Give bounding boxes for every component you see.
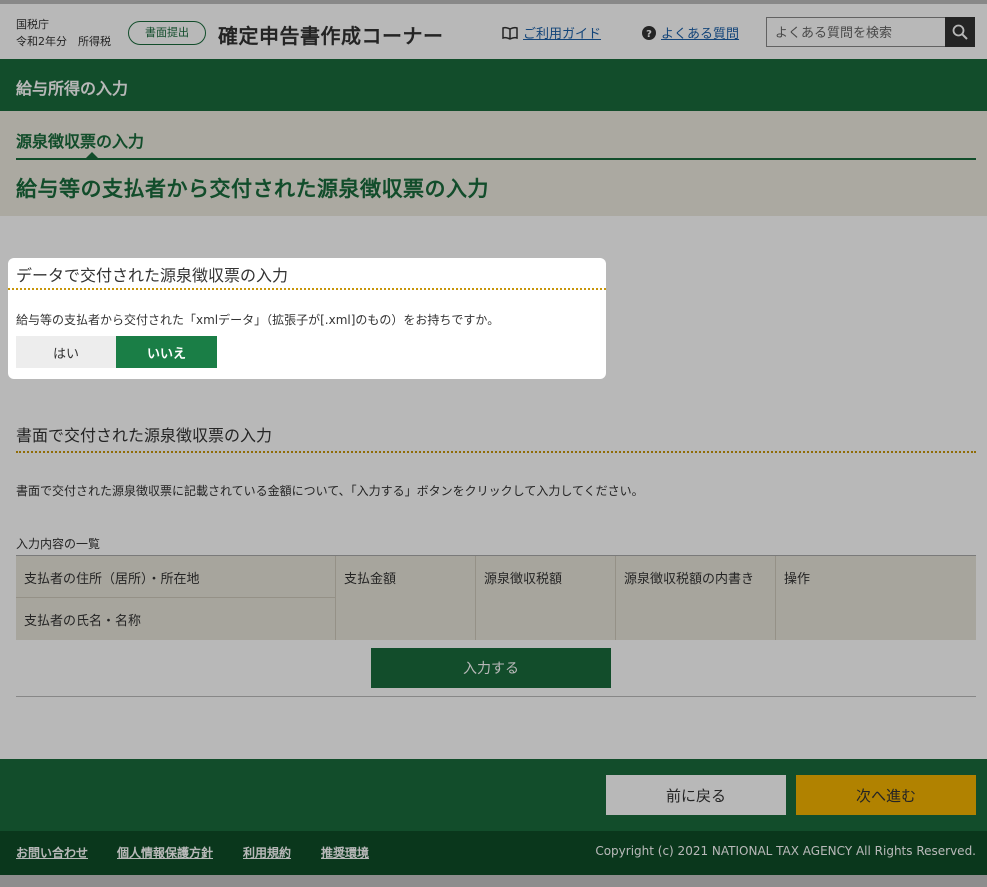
xml-question: 給与等の支払者から交付された「xmlデータ」（拡張子が[.xml]のもの）をお持… (16, 313, 500, 327)
data-section-heading: データで交付された源泉徴収票の入力 (16, 266, 289, 285)
yes-button[interactable]: はい (16, 336, 116, 368)
xml-choice-toggle: はい いいえ (16, 336, 217, 368)
data-section-rule (8, 288, 606, 290)
modal-dim-overlay (0, 0, 987, 887)
data-section-card: データで交付された源泉徴収票の入力 給与等の支払者から交付された「xmlデータ」… (8, 258, 606, 379)
no-button[interactable]: いいえ (116, 336, 217, 368)
